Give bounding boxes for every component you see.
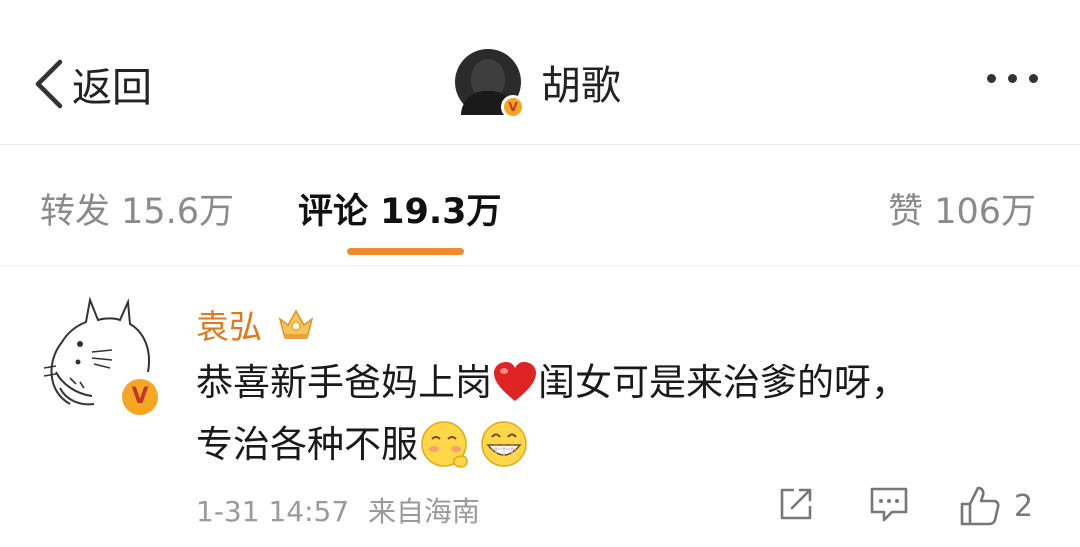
comment-text-part2: 闺女可是来治爹的呀，: [538, 361, 908, 404]
like-button[interactable]: 2: [958, 484, 1033, 528]
tab-comment[interactable]: 评论 19.3万: [298, 183, 502, 234]
tab-like[interactable]: 赞 106万: [888, 183, 1036, 234]
comment-text: 恭喜新手爸妈上岗 闺女可是来治爹的呀， 专治各种不服: [196, 352, 1056, 476]
thumbs-up-icon: [960, 486, 1000, 526]
more-icon[interactable]: [981, 68, 1044, 89]
verified-icon: V: [118, 375, 162, 419]
avatar[interactable]: V: [455, 49, 525, 119]
shy-emoji-icon: [418, 419, 474, 469]
comment-author-name: 袁弘: [196, 307, 262, 346]
comment-source: 来自海南: [368, 495, 481, 528]
page-title: 胡歌: [541, 63, 621, 109]
reply-icon: [870, 487, 908, 522]
grin-emoji-icon: [478, 419, 530, 469]
reply-button[interactable]: [868, 484, 910, 524]
tab-bar: 转发 15.6万 评论 19.3万 赞 106万: [0, 145, 1080, 265]
back-label: 返回: [72, 65, 152, 111]
comment-meta: 1-31 14:57 来自海南: [196, 490, 480, 530]
profile-title[interactable]: V 胡歌: [455, 48, 621, 119]
comment-text-part3: 专治各种不服: [196, 423, 418, 466]
comment-text-part1: 恭喜新手爸妈上岗: [196, 361, 492, 404]
divider: [0, 265, 1080, 266]
back-chevron-icon: [35, 59, 63, 109]
tab-repost[interactable]: 转发 15.6万: [40, 183, 234, 234]
back-button[interactable]: 返回: [30, 56, 152, 112]
comment-author[interactable]: 袁弘: [196, 300, 316, 348]
verified-icon: V: [501, 95, 525, 119]
nav-header: 返回 V 胡歌: [0, 0, 1080, 145]
vip-crown-icon: [278, 309, 314, 339]
like-count: 2: [1014, 488, 1034, 524]
heart-emoji-icon: [492, 361, 538, 403]
comment-timestamp: 1-31 14:57: [196, 495, 350, 528]
share-button[interactable]: [776, 484, 816, 524]
share-icon: [780, 488, 812, 520]
active-tab-indicator: [347, 248, 464, 255]
